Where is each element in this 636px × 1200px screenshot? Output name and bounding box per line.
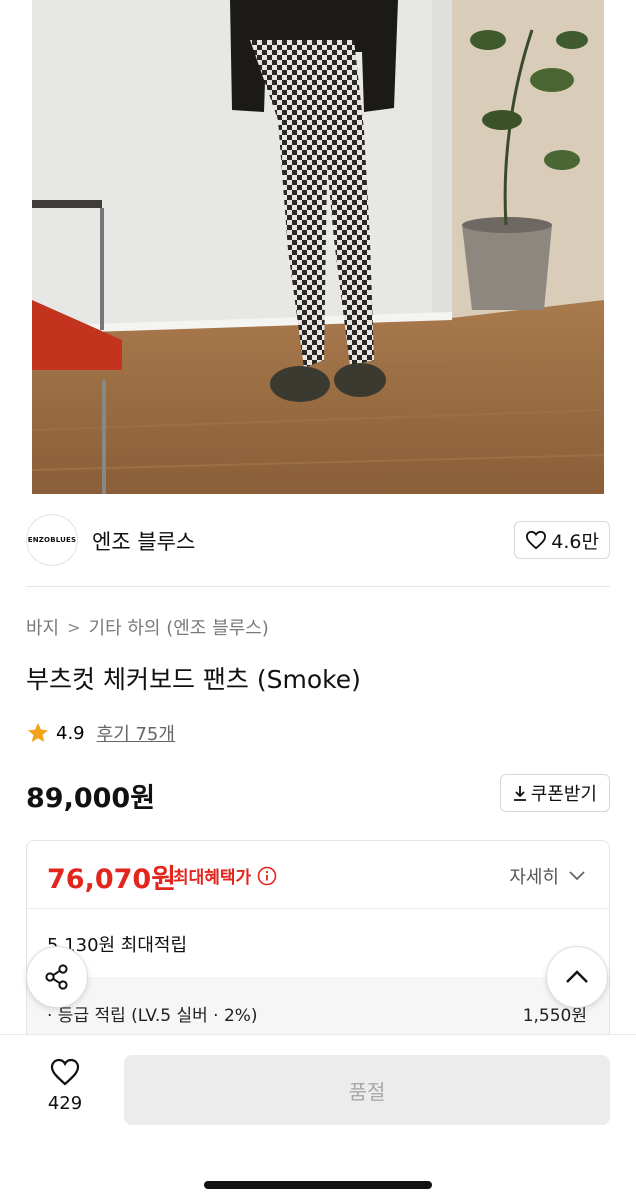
brand-name[interactable]: 엔조 블루스	[92, 526, 195, 556]
share-button[interactable]	[26, 946, 88, 1008]
product-image[interactable]	[0, 0, 636, 494]
wishlist-count: 429	[47, 1093, 83, 1114]
divider	[26, 586, 610, 587]
bottom-bar: 429 품절	[0, 1034, 636, 1200]
product-price: 89,000원	[26, 783, 156, 814]
product-photo-illustration	[32, 0, 604, 494]
heart-icon	[526, 530, 547, 550]
chevron-down-icon	[569, 871, 585, 881]
coupon-button[interactable]: 쿠폰받기	[499, 774, 610, 812]
rating-row: 4.9 후기 75개	[26, 720, 175, 746]
soldout-button[interactable]: 품절	[124, 1055, 610, 1125]
star-icon	[28, 723, 48, 742]
chevron-right-icon: >	[67, 617, 81, 637]
chevron-up-icon	[566, 970, 588, 983]
download-icon	[513, 786, 526, 801]
rating-value: 4.9	[56, 722, 85, 744]
detail-label: 자세히	[509, 867, 559, 888]
home-indicator	[204, 1181, 432, 1189]
breadcrumb-category[interactable]: 바지	[26, 614, 59, 640]
heart-icon	[50, 1058, 80, 1086]
product-title: 부츠컷 체커보드 팬츠 (Smoke)	[26, 665, 361, 694]
review-link[interactable]: 후기 75개	[97, 720, 175, 746]
benefit-header[interactable]: 76,070원 최대혜택가 자세히	[27, 841, 609, 909]
max-benefit-price: 76,070원	[47, 864, 177, 895]
wishlist-button[interactable]: 429	[34, 1057, 96, 1121]
scroll-top-button[interactable]	[546, 946, 608, 1008]
breadcrumb: 바지 > 기타 하의 (엔조 블루스)	[26, 614, 269, 640]
max-benefit-label-text: 최대혜택가	[173, 868, 252, 888]
brand-logo[interactable]: ENZOBLUES	[26, 514, 78, 566]
coupon-label: 쿠폰받기	[530, 784, 597, 805]
info-icon[interactable]	[257, 866, 277, 886]
share-icon	[45, 964, 68, 990]
brand-like-count: 4.6만	[551, 530, 599, 553]
detail-toggle[interactable]: 자세히	[509, 863, 585, 889]
breadcrumb-subcategory[interactable]: 기타 하의 (엔조 블루스)	[89, 614, 269, 640]
points-line: · 등급 적립 (LV.5 실버 · 2%)	[47, 1006, 258, 1026]
brand-row[interactable]: ENZOBLUES 엔조 블루스 4.6만	[26, 514, 610, 566]
brand-like-button[interactable]: 4.6만	[514, 521, 610, 559]
max-benefit-label: 최대혜택가	[173, 863, 277, 888]
